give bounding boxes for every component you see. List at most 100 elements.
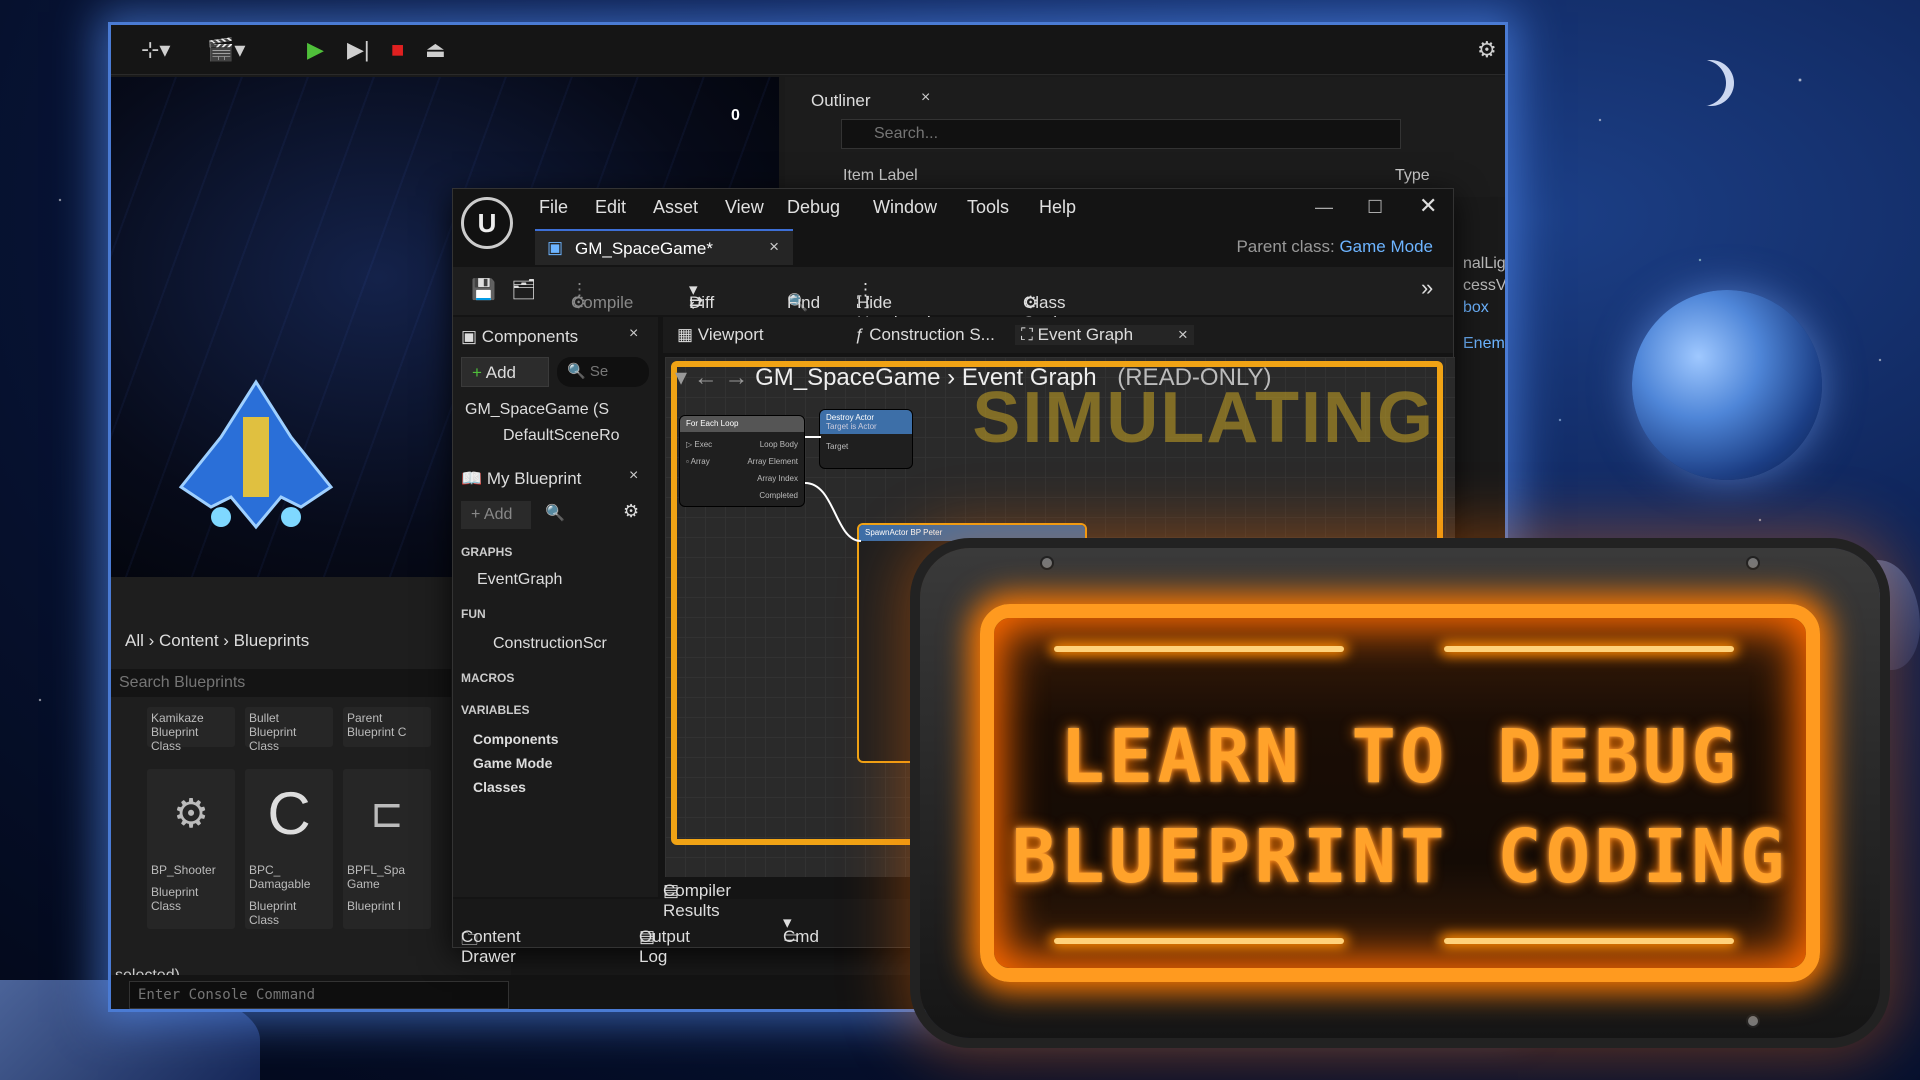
column-type[interactable]: Type [1395,167,1430,185]
transform-icon[interactable]: ⊹▾ [141,25,170,75]
save-icon[interactable]: 💾 [471,277,496,302]
search-icon: 🔍 [567,363,590,380]
section-variables[interactable]: VARIABLES [461,703,529,717]
planet [1632,290,1822,480]
close-icon[interactable]: × [629,325,638,343]
book-icon: 📖 [461,469,487,488]
browse-icon[interactable]: 🗂 [511,277,536,302]
outliner-search-input[interactable] [841,119,1401,149]
section-macros[interactable]: MACROS [461,671,514,685]
path-content[interactable]: Content [159,631,219,650]
sign-title-line-2: BLUEPRINT CODING [1011,814,1789,900]
asset-search-input[interactable] [111,669,451,697]
list-item[interactable]: nalLight [1463,253,1505,275]
hide-unrelated-button[interactable]: ⛶ Hide Unrelated ⋮ [857,280,931,332]
close-window-icon[interactable]: ✕ [1419,193,1437,219]
function-library-icon: ⊏ [370,792,404,836]
list-item[interactable]: Classes [473,775,559,799]
neon-line [1054,938,1344,944]
list-item[interactable]: Game Mode [473,751,559,775]
function-construction[interactable]: ConstructionScr [493,635,643,653]
asset-bpfl-spacegame[interactable]: ⊏ BPFL_Spa Game Blueprint I [343,769,431,929]
score-counter: 0 [731,107,740,124]
function-icon: ƒ [855,325,870,344]
stop-icon[interactable]: ■ [391,25,404,75]
list-item[interactable]: Enemy_ [1463,333,1505,355]
asset-kamikaze[interactable]: Kamikaze Blueprint Class [147,707,235,753]
component-root[interactable]: GM_SpaceGame (S [465,401,655,419]
menu-view[interactable]: View [725,197,764,218]
sign-title-line-1: LEARN TO DEBUG [1060,714,1740,800]
neon-line [1054,646,1344,652]
menu-help[interactable]: Help [1039,197,1076,218]
list-item[interactable]: Components [473,727,559,751]
minimize-icon[interactable]: — [1315,197,1333,218]
components-icon: ▣ [461,327,482,346]
neon-line [1444,646,1734,652]
crescent-moon [1688,60,1734,106]
main-toolbar: ⊹▾ 🎬▾ ▶ ▶| ■ ⏏ ⚙ [111,25,1505,75]
cinematics-icon[interactable]: 🎬▾ [207,25,245,75]
play-icon[interactable]: ▶ [307,25,324,75]
close-icon[interactable]: × [769,237,779,257]
menu-asset[interactable]: Asset [653,197,698,218]
outliner-panel: Outliner × Item Label Type [785,77,1505,197]
search-icon[interactable]: 🔍 [545,503,565,523]
tab-event-graph[interactable]: ⛶ Event Graph × [1015,325,1194,345]
doc-tab-label: GM_SpaceGame* [575,239,713,258]
list-item[interactable]: cessVo [1463,275,1505,297]
spaceship [178,379,334,530]
section-graphs[interactable]: GRAPHS [461,545,512,559]
component-child[interactable]: DefaultSceneRo [503,427,653,445]
column-item-label[interactable]: Item Label [843,167,918,185]
add-component-button[interactable]: + Add [461,357,549,387]
gear-icon[interactable]: ⚙ [623,501,639,522]
add-member-button[interactable]: + Add [461,501,531,529]
settings-gear-icon[interactable]: ⚙ [1477,25,1497,75]
path-blueprints[interactable]: Blueprints [234,631,310,650]
close-icon[interactable]: × [629,467,638,485]
cmd-dropdown[interactable]: ▭ Cmd ▾ [783,913,819,946]
outliner-tab[interactable]: Outliner [811,91,871,111]
parent-class-link[interactable]: Game Mode [1339,237,1433,256]
left-panels: ▣ Components × + Add 🔍 Se GM_SpaceGame (… [453,317,658,897]
menu-bar: File Edit Asset View Debug Window Tools … [453,189,1453,229]
asset-bullet[interactable]: Bullet Blueprint Class [245,707,333,753]
menu-debug[interactable]: Debug [787,197,840,218]
neon-line [1444,938,1734,944]
menu-tools[interactable]: Tools [967,197,1009,218]
menu-edit[interactable]: Edit [595,197,626,218]
shooter-thumbnail: ⚙ [173,792,209,836]
compile-button[interactable]: ⚙ Compile ⋮ [571,280,633,312]
menu-file[interactable]: File [539,197,568,218]
console-input[interactable] [129,981,509,1009]
asset-bpc-damagable[interactable]: C BPC_ Damagable Blueprint Class [245,769,333,929]
section-functions[interactable]: FUN [461,607,486,621]
document-tab[interactable]: ▣ GM_SpaceGame* × [535,229,793,265]
menu-window[interactable]: Window [873,197,937,218]
my-blueprint-tab[interactable]: 📖 My Blueprint [461,469,581,489]
close-icon[interactable]: × [1178,325,1188,344]
list-item[interactable]: box [1463,297,1505,319]
neon-sign-panel: LEARN TO DEBUG BLUEPRINT CODING [980,604,1820,982]
viewport-icon: ▦ [677,325,698,344]
eject-icon[interactable]: ⏏ [425,25,446,75]
close-icon[interactable]: × [921,89,930,107]
diff-button[interactable]: ⇄ Diff ▾ [689,280,714,312]
asset-parent[interactable]: Parent Blueprint C [343,707,431,747]
maximize-icon[interactable]: ☐ [1367,197,1383,218]
component-search[interactable]: 🔍 Se [557,357,649,387]
step-icon[interactable]: ▶| [347,25,370,75]
path-all[interactable]: All [125,631,144,650]
graph-eventgraph[interactable]: EventGraph [477,571,562,589]
asset-bp-shooter[interactable]: ⚙ BP_Shooter Blueprint Class [147,769,235,929]
tab-viewport[interactable]: ▦ Viewport [677,325,764,345]
components-tab[interactable]: ▣ Components [461,327,578,347]
blueprint-asset-icon: ▣ [547,238,564,257]
chevron-right-icon[interactable]: » [1421,275,1433,301]
breadcrumb: All › Content › Blueprints [125,631,310,650]
tab-construction[interactable]: ƒ Construction S... [855,325,995,345]
bolt [1746,1014,1760,1028]
component-icon: C [267,780,311,847]
variable-categories: Components Game Mode Classes [473,727,559,799]
